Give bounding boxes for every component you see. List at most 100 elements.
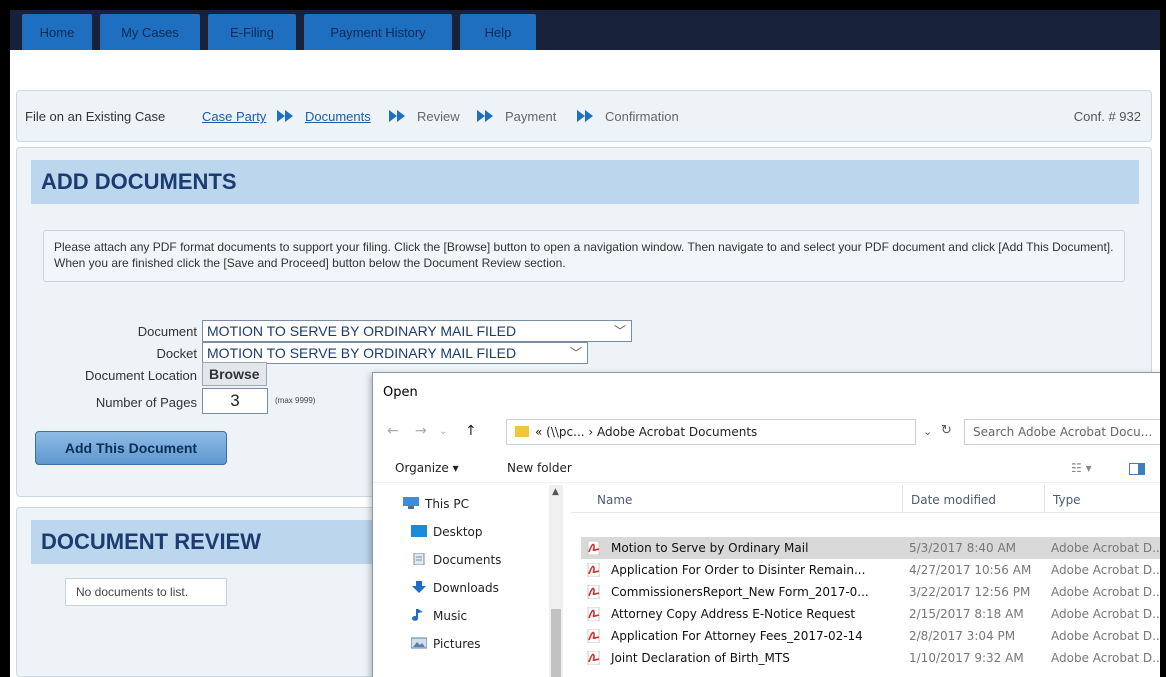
file-row[interactable]: Application For Order to Disinter Remain… [581,559,1160,581]
add-this-document-button[interactable]: Add This Document [35,431,227,465]
nav-item-label: Documents [433,553,502,567]
scrollbar-thumb[interactable] [551,609,561,677]
file-name: Application For Order to Disinter Remain… [611,563,866,577]
nav-tab-my-cases[interactable]: My Cases [100,14,200,50]
file-type: Adobe Acrobat D... [1051,607,1160,621]
document-label: Document [137,324,197,339]
view-options-icon[interactable]: ☷ ▾ [1071,461,1092,475]
file-name: Application For Attorney Fees_2017-02-14 [611,629,863,643]
nav-item-downloads[interactable]: Downloads [411,581,499,595]
pdf-file-icon [587,651,600,665]
scroll-up-icon[interactable]: ▲ [552,487,559,497]
instructions-text: Please attach any PDF format documents t… [43,230,1125,282]
address-dropdown-icon[interactable]: ⌄ [923,425,932,438]
top-navigation-bar: Home My Cases E-Filing Payment History H… [10,10,1160,50]
file-row[interactable]: Application For Attorney Fees_2017-02-14… [581,625,1160,647]
document-select-value: MOTION TO SERVE BY ORDINARY MAIL FILED [207,323,517,339]
breadcrumb-step-review: Review [417,109,460,124]
nav-item-label: Music [433,609,468,623]
address-path: « (\\pc... › Adobe Acrobat Documents [535,425,758,439]
file-list-header: Name Date modified Type [571,485,1160,513]
nav-item-desktop[interactable]: Desktop [411,525,483,539]
double-chevron-icon [277,110,293,122]
nav-item-documents[interactable]: Documents [411,553,501,567]
breadcrumb-step-documents[interactable]: Documents [305,109,371,124]
pictures-icon [411,637,427,649]
nav-item-label: This PC [425,497,469,511]
number-of-pages-label: Number of Pages [95,395,197,410]
nav-item-label: Pictures [433,637,481,651]
column-divider [902,485,903,513]
desktop-icon [411,525,427,537]
column-header-date[interactable]: Date modified [911,493,996,507]
pdf-file-icon [587,629,600,643]
pdf-file-icon [587,607,600,621]
up-arrow-icon[interactable]: ↑ [465,423,477,439]
section-title-add-documents: ADD DOCUMENTS [31,160,1139,204]
confirmation-number: Conf. # 932 [1073,109,1141,124]
file-type: Adobe Acrobat D... [1051,541,1160,555]
search-input[interactable]: Search Adobe Acrobat Docu... [964,419,1160,445]
document-select[interactable]: MOTION TO SERVE BY ORDINARY MAIL FILED ﹀ [202,320,632,342]
music-note-icon [412,609,423,621]
new-folder-button[interactable]: New folder [507,461,572,475]
preview-pane-icon[interactable] [1129,463,1145,475]
number-of-pages-input[interactable]: 3 [202,388,268,414]
nav-item-pictures[interactable]: Pictures [411,637,481,651]
empty-documents-message: No documents to list. [65,578,227,606]
navigation-pane: This PC Desktop Documents Downloads Musi… [373,485,563,677]
breadcrumb-lead: File on an Existing Case [25,109,166,124]
nav-tab-home[interactable]: Home [22,14,92,50]
nav-item-label: Downloads [433,581,499,595]
file-name: Motion to Serve by Ordinary Mail [611,541,809,555]
file-date-modified: 3/22/2017 12:56 PM [909,585,1031,599]
recent-chevron-icon[interactable]: ⌄ [439,426,447,437]
forward-arrow-icon[interactable]: → [415,423,427,439]
file-date-modified: 5/3/2017 8:40 AM [909,541,1017,555]
file-row[interactable]: Motion to Serve by Ordinary Mail 5/3/2017… [581,537,1160,559]
breadcrumb: File on an Existing Case Case Party Docu… [16,90,1152,142]
back-arrow-icon[interactable]: ← [387,423,399,439]
browse-button[interactable]: Browse [202,362,267,386]
browser-page: Home My Cases E-Filing Payment History H… [10,10,1160,677]
breadcrumb-step-case-party[interactable]: Case Party [202,109,266,124]
organize-menu[interactable]: Organize ▾ [395,461,459,475]
pdf-file-icon [587,541,600,555]
nav-item-label: Desktop [433,525,483,539]
address-row: ← → ⌄ ↑ « (\\pc... › Adobe Acrobat Docum… [373,413,1160,449]
open-file-dialog: Open ← → ⌄ ↑ « (\\pc... › Adobe Acrobat … [372,372,1160,677]
address-bar[interactable]: « (\\pc... › Adobe Acrobat Documents [506,419,916,445]
column-header-name[interactable]: Name [597,493,632,507]
docket-label: Docket [156,346,197,361]
docket-select[interactable]: MOTION TO SERVE BY ORDINARY MAIL FILED ﹀ [202,342,588,364]
nav-tab-payment-history[interactable]: Payment History [304,14,452,50]
double-chevron-icon [477,110,493,122]
nav-item-music[interactable]: Music [411,609,467,623]
nav-item-this-pc[interactable]: This PC [403,497,469,511]
double-chevron-icon [389,110,405,122]
dialog-title: Open [383,385,418,400]
nav-tab-help[interactable]: Help [460,14,536,50]
file-date-modified: 2/8/2017 3:04 PM [909,629,1016,643]
download-arrow-icon [412,581,426,593]
file-name: CommissionersReport_New Form_2017-0... [611,585,869,599]
file-name: Attorney Copy Address E-Notice Request [611,607,856,621]
refresh-icon[interactable]: ↻ [941,423,952,438]
file-name: Joint Declaration of Birth_MTS [611,651,790,665]
column-header-type[interactable]: Type [1053,493,1081,507]
file-type: Adobe Acrobat D... [1051,563,1160,577]
chevron-down-icon: ﹀ [569,346,582,360]
file-date-modified: 1/10/2017 9:32 AM [909,651,1024,665]
navigation-scrollbar[interactable]: ▲ [549,485,563,677]
folder-icon [515,426,529,437]
file-date-modified: 4/27/2017 10:56 AM [909,563,1032,577]
computer-icon [403,497,419,509]
file-row[interactable]: Attorney Copy Address E-Notice Request 2/… [581,603,1160,625]
nav-tab-e-filing[interactable]: E-Filing [208,14,296,50]
documents-icon [413,553,425,565]
breadcrumb-step-payment: Payment [505,109,557,124]
file-type: Adobe Acrobat D... [1051,585,1160,599]
file-row[interactable]: CommissionersReport_New Form_2017-0... 3/… [581,581,1160,603]
column-divider [1044,485,1045,513]
file-row[interactable]: Joint Declaration of Birth_MTS 1/10/2017 … [581,647,1160,669]
